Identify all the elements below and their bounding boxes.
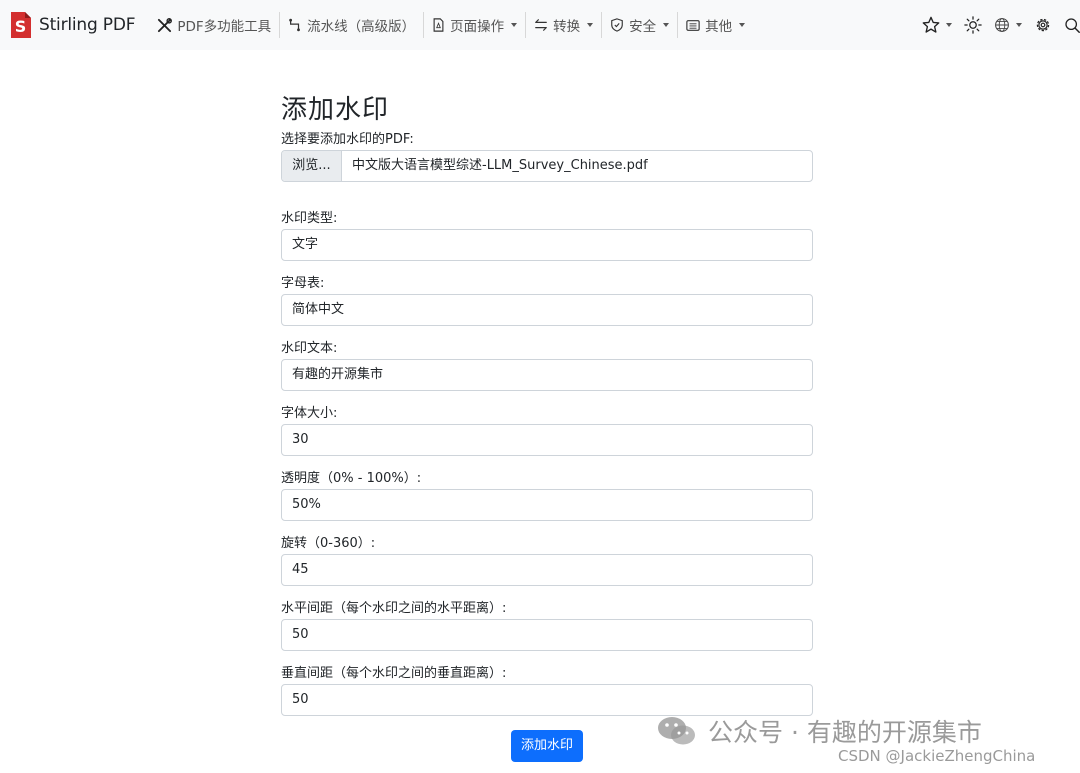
gear-icon (1036, 18, 1050, 32)
nav-page-ops-label: 页面操作 (450, 19, 505, 35)
browse-button[interactable]: 浏览... (282, 151, 342, 181)
brand-link[interactable]: S Stirling PDF (8, 0, 136, 50)
tools-icon (158, 17, 173, 32)
vertical-spacing-label: 垂直间距（每个水印之间的垂直距离）: (281, 666, 507, 681)
nav-menu: PDF多功能工具 流水线（高级版） 页面操作 转换 安全 其他 (149, 0, 753, 50)
horizontal-spacing-field: 水平间距（每个水印之间的水平距离）: 50 (281, 599, 813, 651)
selected-file-name: 中文版大语言模型综述-LLM_Survey_Chinese.pdf (352, 158, 648, 173)
wechat-icon (658, 717, 695, 745)
add-watermark-button[interactable]: 添加水印 (510, 730, 583, 762)
chevron-down-icon (946, 23, 952, 27)
file-select-label: 选择要添加水印的PDF: (281, 132, 414, 147)
svg-text:S: S (15, 17, 27, 36)
alphabet-label: 字母表: (281, 276, 325, 291)
chevron-down-icon (663, 23, 670, 27)
opacity-field: 透明度（0% - 100%）: 50% (281, 469, 813, 521)
theme-toggle-button[interactable] (958, 0, 988, 50)
vertical-spacing-input[interactable]: 50 (281, 684, 813, 716)
search-button[interactable] (1058, 0, 1080, 50)
nav-page-ops[interactable]: 页面操作 (424, 0, 525, 50)
nav-pipeline[interactable]: 流水线（高级版） (280, 0, 423, 50)
stirling-pdf-logo-icon: S (11, 12, 31, 38)
alphabet-select[interactable]: 简体中文 (281, 294, 813, 326)
nav-multi-tool[interactable]: PDF多功能工具 (149, 0, 279, 50)
watermark-line1: 公众号 · 有趣的开源集市 (656, 713, 982, 749)
nav-multi-tool-label: PDF多功能工具 (177, 19, 272, 35)
navbar-right-tools (916, 0, 1080, 50)
watermark-line1-text: 公众号 · 有趣的开源集市 (708, 718, 982, 747)
nav-security-label: 安全 (629, 19, 657, 35)
nav-convert[interactable]: 转换 (526, 0, 601, 50)
nav-other-label: 其他 (705, 19, 733, 35)
font-size-input[interactable]: 30 (281, 424, 813, 456)
favorites-button[interactable] (916, 0, 958, 50)
globe-icon (995, 18, 1009, 32)
language-button[interactable] (988, 0, 1028, 50)
chevron-down-icon (587, 23, 594, 27)
rotation-field: 旋转（0-360）: 45 (281, 534, 813, 586)
font-size-field: 字体大小: 30 (281, 404, 813, 456)
watermark-text-field: 水印文本: 有趣的开源集市 (281, 339, 813, 391)
nav-convert-label: 转换 (553, 19, 581, 35)
watermark-type-label: 水印类型: (281, 211, 338, 226)
nav-security[interactable]: 安全 (602, 0, 677, 50)
alphabet-field: 字母表: 简体中文 (281, 274, 813, 326)
card-list-icon (686, 19, 700, 31)
image-watermark: 公众号 · 有趣的开源集市 CSDN @JackieZhengChina (656, 713, 1056, 773)
chevron-down-icon (739, 23, 746, 27)
horizontal-spacing-input[interactable]: 50 (281, 619, 813, 651)
watermark-text-label: 水印文本: (281, 341, 338, 356)
file-page-icon (433, 18, 444, 32)
opacity-label: 透明度（0% - 100%）: (281, 471, 422, 486)
star-icon (922, 16, 940, 33)
opacity-input[interactable]: 50% (281, 489, 813, 521)
watermark-line2: CSDN @JackieZhengChina (838, 747, 1036, 765)
sun-icon (964, 16, 982, 34)
brand-name: Stirling PDF (39, 15, 136, 35)
rotation-label: 旋转（0-360）: (281, 536, 376, 551)
page-title: 添加水印 (281, 95, 390, 125)
horizontal-spacing-label: 水平间距（每个水印之间的水平距离）: (281, 601, 507, 616)
font-size-label: 字体大小: (281, 406, 338, 421)
watermark-type-select[interactable]: 文字 (281, 229, 813, 261)
nav-other[interactable]: 其他 (678, 0, 753, 50)
search-icon (1065, 18, 1080, 33)
chevron-down-icon (511, 23, 518, 27)
chevron-down-icon (1016, 23, 1022, 27)
nav-pipeline-label: 流水线（高级版） (307, 19, 416, 35)
rotation-input[interactable]: 45 (281, 554, 813, 586)
watermark-text-input[interactable]: 有趣的开源集市 (281, 359, 813, 391)
arrows-exchange-icon (535, 19, 547, 31)
pipeline-icon (289, 18, 301, 32)
watermark-type-field: 水印类型: 文字 (281, 209, 813, 261)
top-navbar: S Stirling PDF PDF多功能工具 流水线（高级版） 页面操作 转换… (0, 0, 1080, 50)
settings-button[interactable] (1028, 0, 1058, 50)
shield-check-icon (611, 18, 623, 32)
watermark-form: 添加水印 选择要添加水印的PDF: 浏览... 中文版大语言模型综述-LLM_S… (281, 90, 813, 762)
vertical-spacing-field: 垂直间距（每个水印之间的垂直距离）: 50 (281, 664, 813, 716)
file-input[interactable]: 浏览... 中文版大语言模型综述-LLM_Survey_Chinese.pdf (281, 150, 813, 182)
